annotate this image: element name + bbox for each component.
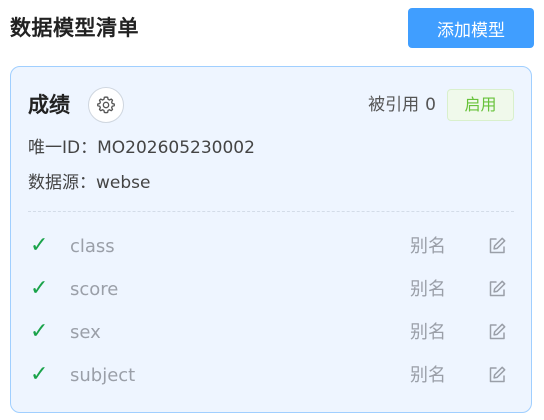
check-icon: ✓ — [30, 362, 49, 387]
alias-link[interactable]: 别名 — [410, 362, 446, 390]
edit-icon[interactable] — [486, 321, 508, 343]
edit-icon[interactable] — [486, 278, 508, 300]
divider — [28, 211, 514, 212]
field-row-class: ✓ class 别名 — [28, 230, 514, 273]
field-row-score: ✓ score 别名 — [28, 273, 514, 316]
edit-icon[interactable] — [486, 235, 508, 257]
reference-label: 被引用 — [368, 95, 420, 115]
gear-icon[interactable] — [88, 87, 124, 123]
unique-id: 唯一ID：MO202605230002 — [28, 138, 255, 158]
field-name: class — [70, 236, 115, 257]
field-row-subject: ✓ subject 别名 — [28, 359, 514, 402]
reference-count-value: 0 — [425, 95, 436, 115]
field-name: subject — [70, 365, 136, 386]
field-name: score — [70, 279, 119, 300]
alias-link[interactable]: 别名 — [410, 276, 446, 304]
edit-icon[interactable] — [486, 364, 508, 386]
field-list: ✓ class 别名 ✓ score 别名 ✓ sex 别名 ✓ subject… — [28, 230, 514, 402]
alias-link[interactable]: 别名 — [410, 319, 446, 347]
add-model-button[interactable]: 添加模型 — [408, 8, 534, 48]
model-card: 成绩 被引用 0 启用 唯一ID：MO202605230002 数据源：webse… — [10, 66, 532, 413]
model-name: 成绩 — [28, 93, 70, 117]
card-header: 成绩 被引用 0 启用 — [28, 87, 514, 125]
page: 数据模型清单 添加模型 成绩 被引用 0 启用 唯一ID：MO2026052300… — [0, 0, 544, 420]
field-row-sex: ✓ sex 别名 — [28, 316, 514, 359]
data-source: 数据源：webse — [28, 173, 151, 193]
field-name: sex — [70, 322, 101, 343]
check-icon: ✓ — [30, 319, 49, 344]
alias-link[interactable]: 别名 — [410, 233, 446, 261]
check-icon: ✓ — [30, 276, 49, 301]
status-badge: 启用 — [447, 89, 514, 121]
page-title: 数据模型清单 — [10, 16, 139, 40]
reference-count: 被引用 0 — [368, 89, 436, 121]
check-icon: ✓ — [30, 233, 49, 258]
